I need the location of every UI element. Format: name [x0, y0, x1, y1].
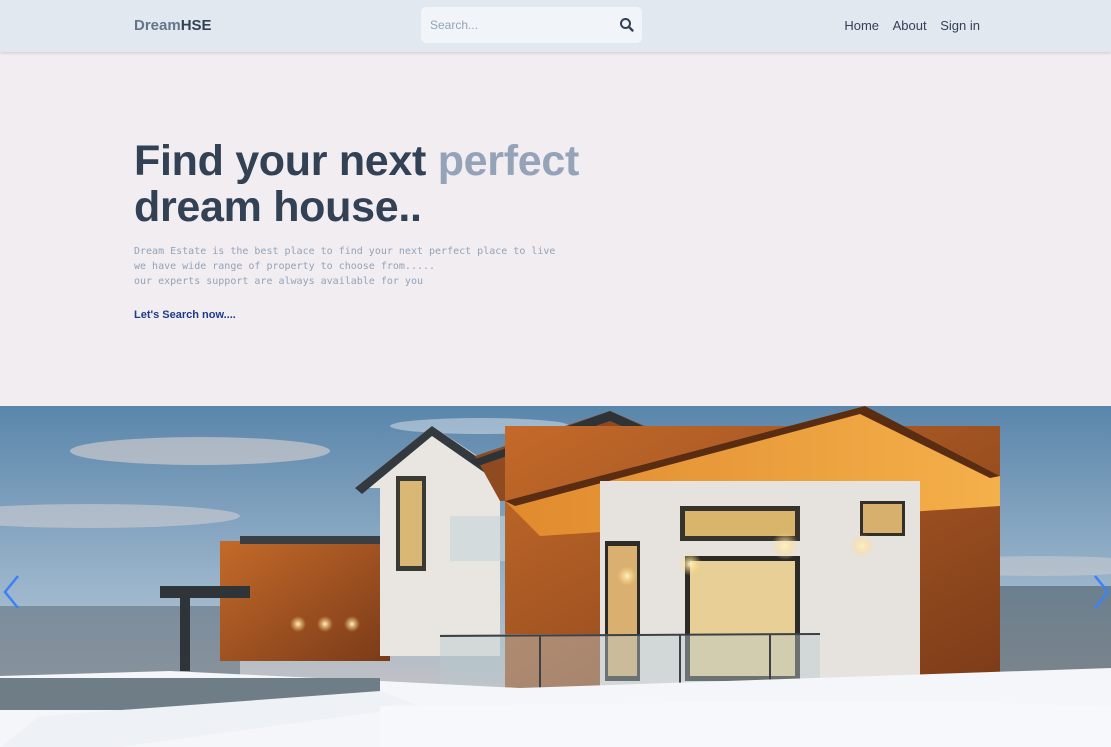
description-line: Dream Estate is the best place to find y…: [134, 246, 556, 257]
brand-part-1: Dream: [134, 17, 181, 34]
brand-part-2: HSE: [180, 17, 212, 34]
brand-logo[interactable]: DreamHSE: [134, 17, 212, 34]
nav-links: Home About Sign in: [834, 18, 980, 33]
house-photo: [0, 406, 1111, 747]
search-icon: [620, 18, 634, 32]
search-form: [421, 7, 642, 43]
nav-link-home[interactable]: Home: [844, 18, 879, 33]
carousel-next-button[interactable]: [1091, 572, 1111, 612]
search-button[interactable]: [618, 16, 636, 34]
hero-headline: Find your next perfect dream house..: [134, 138, 579, 230]
chevron-right-icon: [1094, 575, 1110, 609]
nav-link-sign-in[interactable]: Sign in: [940, 18, 980, 33]
description-line: our experts support are always available…: [134, 276, 423, 287]
hero-description: Dream Estate is the best place to find y…: [134, 244, 555, 289]
hero-section: Find your next perfect dream house..: [134, 138, 579, 230]
house-carousel: [0, 406, 1111, 747]
chevron-left-icon: [3, 575, 19, 609]
headline-part-1: Find your next: [134, 137, 438, 185]
search-now-link[interactable]: Let's Search now....: [134, 309, 236, 321]
description-line: we have wide range of property to choose…: [134, 261, 436, 272]
carousel-prev-button[interactable]: [2, 572, 22, 612]
headline-part-2: dream house..: [134, 183, 422, 231]
search-input[interactable]: [421, 7, 611, 43]
nav-link-about[interactable]: About: [893, 18, 927, 33]
navbar: DreamHSE Home About Sign in: [0, 0, 1111, 52]
headline-accent: perfect: [437, 137, 580, 185]
